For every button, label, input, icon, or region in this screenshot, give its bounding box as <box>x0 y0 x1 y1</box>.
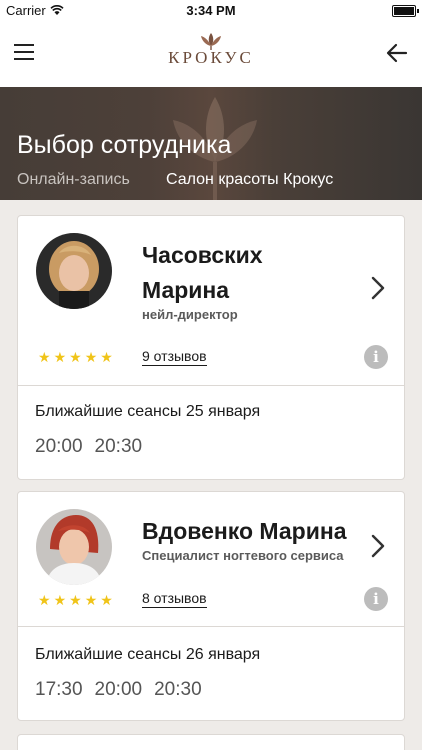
avatar <box>36 509 112 585</box>
star-icon: ★ <box>69 592 82 608</box>
staff-role: Специалист ногтевого сервиса <box>142 548 344 563</box>
time-slot[interactable]: 17:30 <box>35 679 83 701</box>
sessions-title: Ближайшие сеансы 25 января <box>35 403 261 420</box>
time-slot[interactable]: 20:00 <box>35 436 83 458</box>
breadcrumb-online-booking[interactable]: Онлайн-запись <box>17 171 130 189</box>
rating-stars: ★ ★ ★ ★ ★ <box>38 593 113 607</box>
star-icon: ★ <box>84 349 98 365</box>
staff-card[interactable] <box>17 734 405 750</box>
reviews-link[interactable]: 8 отзывов <box>142 590 207 608</box>
time-slot[interactable]: 20:30 <box>154 679 202 701</box>
battery-icon <box>392 5 419 17</box>
time-slot[interactable]: 20:30 <box>95 436 143 458</box>
page-header: Выбор сотрудника Онлайн-запись Салон кра… <box>0 87 422 200</box>
star-icon: ★ <box>69 349 82 365</box>
staff-card[interactable]: Часовских Марина нейл-директор ★ ★ ★ ★ ★… <box>17 215 405 480</box>
divider <box>18 626 404 627</box>
star-icon: ★ <box>53 349 67 365</box>
chevron-right-icon[interactable] <box>370 533 386 559</box>
rating-stars: ★ ★ ★ ★ ★ <box>38 350 113 364</box>
time-slots: 17:30 20:00 20:30 <box>35 679 202 701</box>
sessions-title: Ближайшие сеансы 26 января <box>35 646 261 663</box>
staff-name-line1: Часовских <box>142 242 263 268</box>
page-title: Выбор сотрудника <box>17 131 232 159</box>
star-icon: ★ <box>100 349 113 365</box>
star-icon: ★ <box>84 592 98 608</box>
time-slot[interactable]: 20:00 <box>95 679 143 701</box>
star-icon: ★ <box>38 592 51 608</box>
star-icon: ★ <box>100 592 113 608</box>
nav-bar: КРОКУС <box>0 22 422 87</box>
info-icon[interactable]: i <box>364 345 388 369</box>
status-bar: Carrier 3:34 PM <box>0 0 422 22</box>
clock: 3:34 PM <box>186 3 236 18</box>
staff-card[interactable]: Вдовенко Марина Специалист ногтевого сер… <box>17 491 405 721</box>
breadcrumb-salon: Салон красоты Крокус <box>166 171 334 188</box>
star-icon: ★ <box>38 349 51 365</box>
back-arrow-icon[interactable] <box>386 42 408 64</box>
staff-name: Вдовенко Марина <box>142 518 347 544</box>
brand-logo: КРОКУС <box>0 32 422 68</box>
info-icon[interactable]: i <box>364 587 388 611</box>
time-slots: 20:00 20:30 <box>35 436 142 458</box>
staff-name-line2: Марина <box>142 277 230 303</box>
divider <box>18 385 404 386</box>
staff-role: нейл-директор <box>142 307 238 322</box>
chevron-right-icon[interactable] <box>370 275 386 301</box>
reviews-link[interactable]: 9 отзывов <box>142 348 207 366</box>
avatar <box>36 233 112 309</box>
logo-text: КРОКУС <box>168 48 254 67</box>
star-icon: ★ <box>53 592 67 608</box>
